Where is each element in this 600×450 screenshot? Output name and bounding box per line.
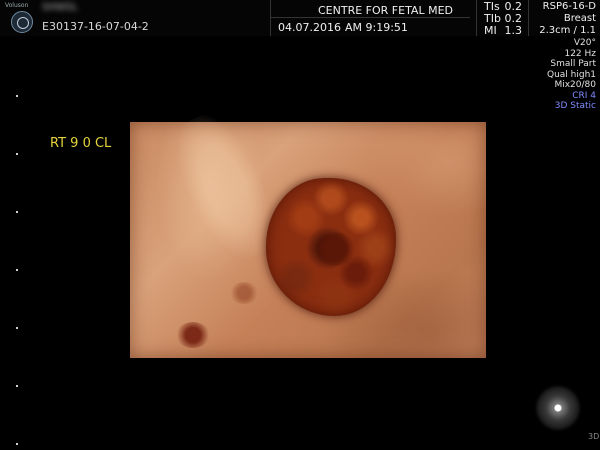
divider <box>270 0 271 36</box>
tissue-shadow <box>230 282 258 304</box>
param-frequency: 122 Hz <box>564 48 596 59</box>
corner-mark: 3D <box>588 432 600 441</box>
exam-id: E30137-16-07-04-2 <box>42 20 149 33</box>
tissue-shadow <box>176 322 210 348</box>
depth-scale-tick <box>16 327 18 329</box>
param-render-mode: 3D Static <box>554 101 596 111</box>
brand-label: Voluson <box>5 2 29 9</box>
safety-label: MI <box>484 24 497 37</box>
param-mix: Mix20/80 <box>554 80 596 90</box>
safety-row-mi: MI 1.3 <box>484 25 522 37</box>
exam-date: 04.07.2016 <box>278 21 341 34</box>
param-angle: V20° <box>573 38 596 48</box>
patient-name: SHWSL <box>42 2 78 13</box>
safety-indices: TIs 0.2 TIb 0.2 MI 1.3 <box>484 1 522 37</box>
depth-scale-tick <box>16 211 18 213</box>
probe-model: RSP6-16-D <box>542 1 596 12</box>
depth-scale-tick <box>16 153 18 155</box>
header-bar: Voluson SHWSL E30137-16-07-04-2 CENTRE F… <box>0 0 600 37</box>
param-mode: Small Part <box>550 59 596 69</box>
view-orientation-label: RT 9 0 CL <box>50 136 112 151</box>
exam-time: AM 9:19:51 <box>345 21 408 34</box>
divider <box>476 0 477 36</box>
3d-render-viewport[interactable] <box>130 104 486 358</box>
param-cri: CRI 4 <box>572 90 596 101</box>
param-quality: Qual high1 <box>546 69 596 80</box>
probe-depth: 2.3cm / 1.1 <box>539 25 596 36</box>
institution-name: CENTRE FOR FETAL MED <box>318 4 453 17</box>
trackball-icon[interactable] <box>538 388 578 428</box>
divider <box>528 0 529 36</box>
depth-scale-tick <box>16 443 18 445</box>
ge-logo-icon <box>11 11 33 33</box>
safety-value: 1.3 <box>504 24 523 37</box>
divider <box>270 17 470 18</box>
depth-scale-tick <box>16 269 18 271</box>
depth-scale-tick <box>16 95 18 97</box>
imaging-parameters: V20° 122 Hz Small Part Qual high1 Mix20/… <box>547 38 596 112</box>
probe-info: RSP6-16-D Breast 2.3cm / 1.1 <box>539 1 596 37</box>
lesion-core <box>315 232 355 266</box>
logo: Voluson <box>3 0 37 36</box>
depth-scale-tick <box>16 385 18 387</box>
probe-preset: Breast <box>563 13 596 24</box>
